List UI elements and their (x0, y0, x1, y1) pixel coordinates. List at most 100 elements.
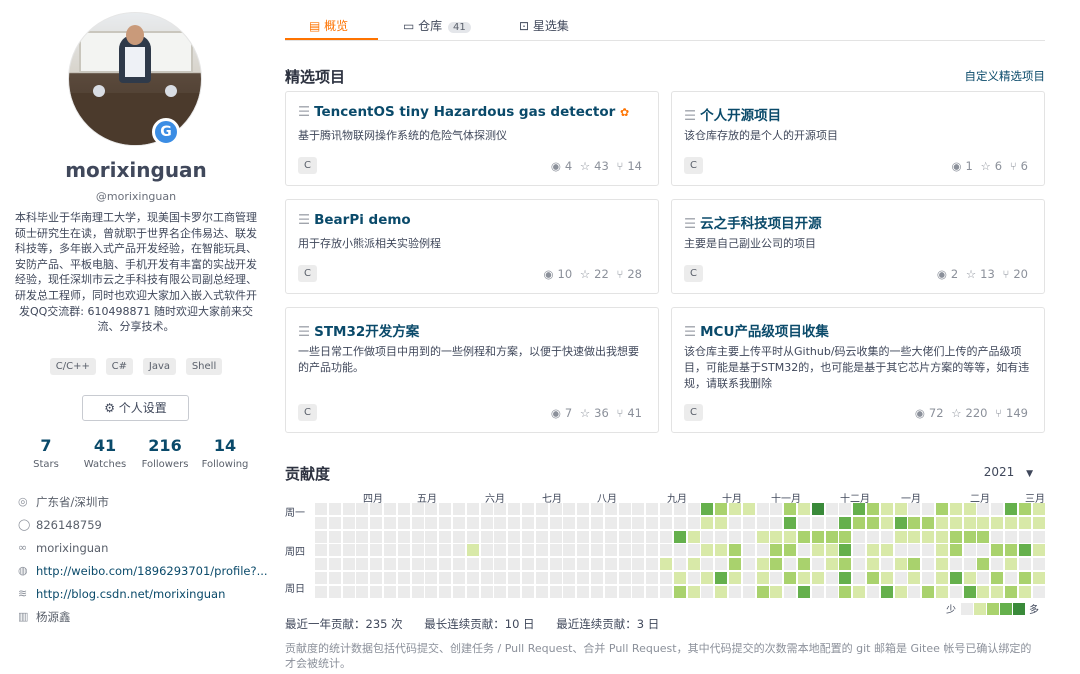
contribution-day-cell[interactable] (715, 572, 728, 584)
contribution-day-cell[interactable] (632, 585, 645, 598)
card-lang-tag[interactable]: C (684, 265, 703, 282)
contribution-day-cell[interactable] (742, 572, 755, 584)
card-title[interactable]: ☰ MCU产品级项目收集 (684, 320, 829, 340)
card-lang-tag[interactable]: C (298, 157, 317, 174)
contribution-day-cell[interactable] (439, 585, 452, 598)
contribution-day-cell[interactable] (701, 585, 714, 598)
contribution-day-cell[interactable] (894, 503, 907, 515)
contribution-day-cell[interactable] (1005, 503, 1017, 515)
contribution-day-cell[interactable] (604, 503, 617, 515)
contribution-day-cell[interactable] (356, 530, 369, 543)
contribution-day-cell[interactable] (1018, 503, 1031, 515)
contribution-day-cell[interactable] (356, 516, 369, 529)
contribution-day-cell[interactable] (977, 503, 990, 515)
contribution-day-cell[interactable] (563, 516, 576, 529)
contribution-day-cell[interactable] (811, 530, 824, 543)
contribution-day-cell[interactable] (729, 585, 741, 598)
contribution-day-cell[interactable] (494, 516, 507, 529)
contribution-day-cell[interactable] (1005, 572, 1017, 584)
contribution-day-cell[interactable] (687, 530, 700, 543)
contribution-day-cell[interactable] (949, 558, 962, 571)
contribution-day-cell[interactable] (770, 544, 783, 557)
contribution-day-cell[interactable] (756, 530, 769, 543)
contribution-day-cell[interactable] (687, 558, 700, 571)
contribution-day-cell[interactable] (853, 530, 866, 543)
contribution-day-cell[interactable] (729, 572, 741, 584)
featured-card[interactable]: ☰ 云之手科技项目开源 主要是自己副业公司的项目 C ◉ 2 ☆ 13 ⑂ 20 (671, 199, 1045, 294)
card-title[interactable]: ☰ TencentOS tiny Hazardous gas detector ✿ (298, 104, 629, 120)
contribution-day-cell[interactable] (618, 585, 631, 598)
contribution-day-cell[interactable] (466, 572, 479, 584)
contribution-day-cell[interactable] (411, 585, 424, 598)
featured-card[interactable]: ☰ 个人开源项目 该仓库存放的是个人的开源项目 C ◉ 1 ☆ 6 ⑂ 6 (671, 91, 1045, 186)
contribution-day-cell[interactable] (646, 544, 659, 557)
contribution-day-cell[interactable] (742, 544, 755, 557)
contribution-day-cell[interactable] (784, 516, 797, 529)
contribution-day-cell[interactable] (425, 558, 438, 571)
contribution-day-cell[interactable] (384, 585, 396, 598)
contribution-day-cell[interactable] (439, 544, 452, 557)
contribution-day-cell[interactable] (991, 558, 1004, 571)
contribution-day-cell[interactable] (853, 558, 866, 571)
contribution-day-cell[interactable] (1018, 572, 1031, 584)
contribution-day-cell[interactable] (936, 503, 948, 515)
contribution-day-cell[interactable] (1032, 503, 1045, 515)
contribution-day-cell[interactable] (1005, 516, 1017, 529)
contribution-day-cell[interactable] (563, 530, 576, 543)
contribution-day-cell[interactable] (522, 530, 534, 543)
contribution-day-cell[interactable] (825, 503, 838, 515)
contribution-day-cell[interactable] (535, 503, 548, 515)
featured-card[interactable]: ☰ MCU产品级项目收集 该仓库主要上传平时从Github/码云收集的一些大佬们上… (671, 307, 1045, 433)
contribution-day-cell[interactable] (687, 544, 700, 557)
contribution-day-cell[interactable] (356, 572, 369, 584)
contribution-day-cell[interactable] (397, 530, 410, 543)
tag-java[interactable]: Java (142, 358, 176, 375)
contribution-day-cell[interactable] (453, 558, 465, 571)
contribution-day-cell[interactable] (687, 585, 700, 598)
contribution-day-cell[interactable] (522, 544, 534, 557)
contribution-day-cell[interactable] (439, 516, 452, 529)
contribution-day-cell[interactable] (439, 572, 452, 584)
contribution-day-cell[interactable] (646, 585, 659, 598)
contribution-day-cell[interactable] (949, 530, 962, 543)
contribution-day-cell[interactable] (453, 503, 465, 515)
contribution-day-cell[interactable] (977, 572, 990, 584)
contribution-day-cell[interactable] (949, 544, 962, 557)
contribution-day-cell[interactable] (328, 530, 341, 543)
contribution-day-cell[interactable] (549, 544, 562, 557)
contribution-day-cell[interactable] (494, 572, 507, 584)
contribution-day-cell[interactable] (563, 558, 576, 571)
contribution-day-cell[interactable] (701, 503, 714, 515)
contribution-day-cell[interactable] (425, 503, 438, 515)
contribution-day-cell[interactable] (673, 544, 686, 557)
contribution-day-cell[interactable] (549, 530, 562, 543)
card-lang-tag[interactable]: C (684, 404, 703, 421)
contribution-day-cell[interactable] (646, 530, 659, 543)
contribution-day-cell[interactable] (701, 572, 714, 584)
contribution-day-cell[interactable] (328, 572, 341, 584)
contribution-day-cell[interactable] (825, 558, 838, 571)
contribution-day-cell[interactable] (411, 558, 424, 571)
contribution-day-cell[interactable] (660, 558, 672, 571)
contribution-day-cell[interactable] (370, 585, 383, 598)
contribution-day-cell[interactable] (577, 503, 590, 515)
contribution-day-cell[interactable] (742, 503, 755, 515)
contribution-day-cell[interactable] (784, 530, 797, 543)
contribution-day-cell[interactable] (701, 516, 714, 529)
contribution-day-cell[interactable] (439, 530, 452, 543)
contribution-day-cell[interactable] (756, 572, 769, 584)
contribution-day-cell[interactable] (880, 503, 893, 515)
contribution-day-cell[interactable] (453, 544, 465, 557)
contribution-day-cell[interactable] (894, 516, 907, 529)
contribution-day-cell[interactable] (384, 503, 396, 515)
contribution-day-cell[interactable] (535, 544, 548, 557)
contribution-day-cell[interactable] (701, 530, 714, 543)
contribution-day-cell[interactable] (936, 530, 948, 543)
contribution-day-cell[interactable] (522, 503, 534, 515)
contribution-day-cell[interactable] (522, 585, 534, 598)
contribution-day-cell[interactable] (1018, 530, 1031, 543)
contribution-day-cell[interactable] (604, 585, 617, 598)
contribution-day-cell[interactable] (315, 503, 327, 515)
contribution-day-cell[interactable] (370, 503, 383, 515)
contribution-day-cell[interactable] (894, 585, 907, 598)
